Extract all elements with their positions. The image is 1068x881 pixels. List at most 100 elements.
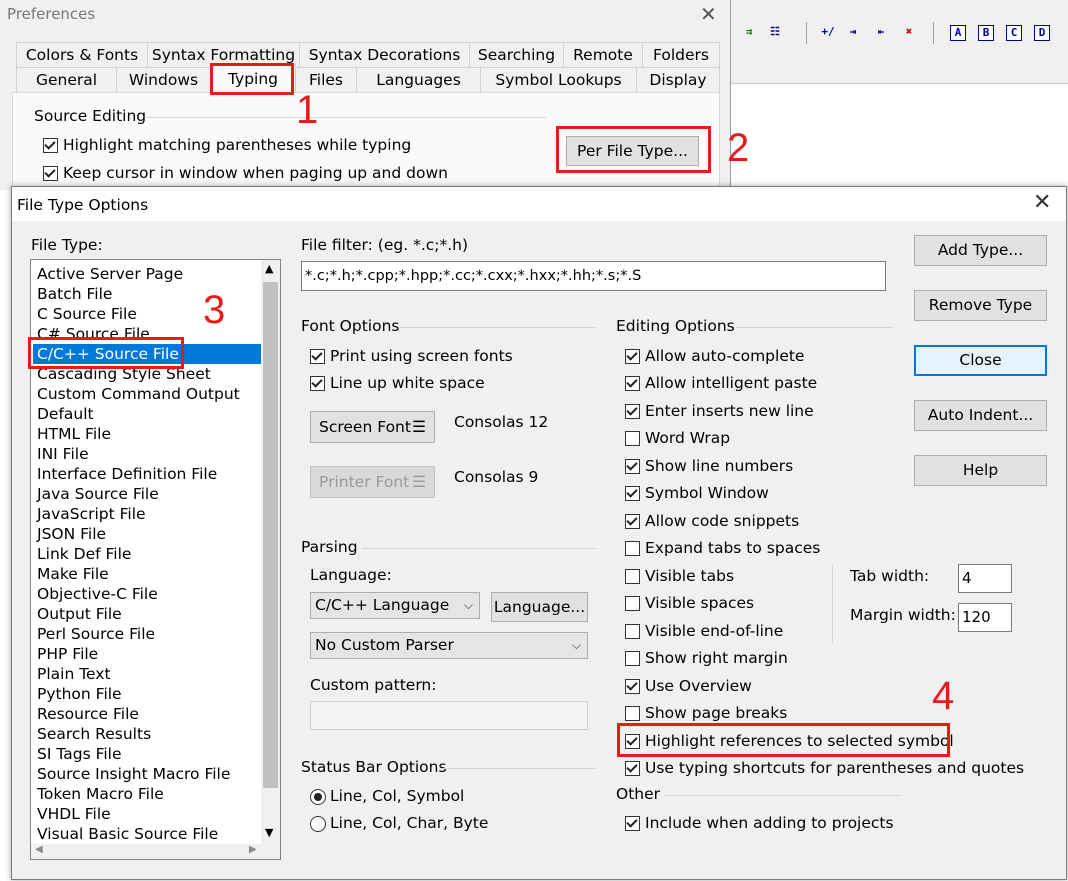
custom-pattern-input[interactable]	[310, 701, 588, 730]
language-button[interactable]: Language...	[491, 592, 588, 622]
screen-font-button[interactable]: Screen Font ☰	[310, 411, 435, 443]
visible-tabs-checkbox[interactable]	[625, 569, 640, 584]
keep-cursor-checkbox[interactable]	[43, 166, 58, 181]
list-item[interactable]: JSON File	[36, 524, 262, 544]
status-option-1-radio[interactable]	[310, 789, 326, 805]
B-icon[interactable]: B	[978, 25, 994, 41]
list-item[interactable]: C Source File	[36, 304, 262, 324]
visible-eol-checkbox[interactable]	[625, 624, 640, 639]
margin-width-input[interactable]: 120	[958, 603, 1012, 632]
remove-type-button[interactable]: Remove Type	[914, 290, 1047, 321]
chevron-up-icon[interactable]: ▲	[265, 262, 273, 275]
show-right-margin-checkbox[interactable]	[625, 651, 640, 666]
dialog-titlebar	[12, 187, 1066, 221]
typing-shortcuts-checkbox[interactable]	[625, 761, 640, 776]
list-item[interactable]: INI File	[36, 444, 262, 464]
line-up-white-space-label: Line up white space	[330, 374, 485, 392]
list-item[interactable]: Active Server Page	[36, 264, 262, 284]
list-item[interactable]: Search Results	[36, 724, 262, 744]
scrollbar-thumb[interactable]	[263, 282, 278, 788]
tab-languages[interactable]: Languages	[356, 67, 481, 93]
list-item[interactable]: HTML File	[36, 424, 262, 444]
delete-icon[interactable]: ✖	[900, 23, 918, 41]
plus-minus-icon[interactable]: +/	[816, 23, 840, 41]
chevron-left-icon[interactable]: ◀	[35, 844, 43, 855]
chevron-right-icon[interactable]: ▶	[249, 844, 257, 855]
list-item[interactable]: SI Tags File	[36, 744, 262, 764]
word-wrap-checkbox[interactable]	[625, 431, 640, 446]
allow-code-snippets-checkbox[interactable]	[625, 514, 640, 529]
tab-general[interactable]: General	[16, 67, 117, 93]
indent-icon[interactable]: ⇥	[844, 23, 862, 41]
expand-tabs-label: Expand tabs to spaces	[645, 539, 821, 557]
list-item[interactable]: Java Source File	[36, 484, 262, 504]
list-item[interactable]: Token Macro File	[36, 784, 262, 804]
close-button[interactable]: Close	[914, 345, 1047, 376]
line-up-white-space-checkbox[interactable]	[310, 376, 325, 391]
list-item[interactable]: PHP File	[36, 644, 262, 664]
close-icon[interactable]: ✕	[1033, 190, 1051, 215]
list-item[interactable]: Plain Text	[36, 664, 262, 684]
merge-icon[interactable]: ⇉	[740, 23, 758, 41]
allow-auto-complete-checkbox[interactable]	[625, 349, 640, 364]
A-icon[interactable]: A	[950, 25, 966, 41]
word-wrap-label: Word Wrap	[645, 429, 731, 447]
list-item[interactable]: Batch File	[36, 284, 262, 304]
list-item[interactable]: Link Def File	[36, 544, 262, 564]
file-filter-input[interactable]: *.c;*.h;*.cpp;*.hpp;*.cc;*.cxx;*.hxx;*.h…	[301, 261, 886, 291]
print-screen-fonts-checkbox[interactable]	[310, 349, 325, 364]
use-overview-checkbox[interactable]	[625, 679, 640, 694]
printer-font-button[interactable]: Printer Font ☰	[310, 466, 435, 498]
vertical-scrollbar[interactable]: ▲ ▼	[261, 260, 280, 844]
list-item[interactable]: Interface Definition File	[36, 464, 262, 484]
close-icon[interactable]: ✕	[700, 2, 717, 26]
C-icon[interactable]: C	[1006, 25, 1022, 41]
tab-searching[interactable]: Searching	[469, 42, 564, 68]
visible-spaces-checkbox[interactable]	[625, 596, 640, 611]
list-item[interactable]: Resource File	[36, 704, 262, 724]
list-item[interactable]: Visual Basic Source File	[36, 824, 262, 844]
chevron-down-icon[interactable]: ▼	[265, 826, 273, 839]
show-line-numbers-checkbox[interactable]	[625, 459, 640, 474]
help-button[interactable]: Help	[914, 455, 1047, 486]
list-item[interactable]: Python File	[36, 684, 262, 704]
list-item[interactable]: Objective-C File	[36, 584, 262, 604]
expand-tabs-checkbox[interactable]	[625, 541, 640, 556]
tab-folders[interactable]: Folders	[642, 42, 720, 68]
tab-width-input[interactable]: 4	[958, 564, 1012, 593]
list-item[interactable]: Make File	[36, 564, 262, 584]
add-type-button[interactable]: Add Type...	[914, 235, 1047, 266]
horizontal-scrollbar[interactable]: ◀ ▶	[31, 844, 280, 859]
symbol-window-checkbox[interactable]	[625, 486, 640, 501]
allow-intelligent-paste-checkbox[interactable]	[625, 376, 640, 391]
list-item[interactable]: VHDL File	[36, 804, 262, 824]
highlight-parens-checkbox[interactable]	[43, 138, 58, 153]
list-item[interactable]: Output File	[36, 604, 262, 624]
language-select[interactable]: C/C++ Language ⌵	[310, 592, 480, 619]
status-option-2-radio[interactable]	[310, 816, 326, 832]
tab-syntax-decorations[interactable]: Syntax Decorations	[299, 42, 470, 68]
tab-remote[interactable]: Remote	[563, 42, 643, 68]
list-icon[interactable]: ☷	[766, 23, 784, 41]
enter-inserts-new-line-checkbox[interactable]	[625, 404, 640, 419]
list-item[interactable]: Default	[36, 404, 262, 424]
list-item[interactable]: Source Insight Macro File	[36, 764, 262, 784]
annotation-box-typing	[210, 63, 294, 95]
tab-symbol-lookups[interactable]: Symbol Lookups	[480, 67, 637, 93]
auto-indent-button[interactable]: Auto Indent...	[914, 400, 1047, 431]
show-right-margin-label: Show right margin	[645, 649, 788, 667]
visible-tabs-label: Visible tabs	[645, 567, 735, 585]
tab-colors-fonts[interactable]: Colors & Fonts	[16, 42, 148, 68]
dialog-title: File Type Options	[17, 196, 149, 214]
tab-windows[interactable]: Windows	[116, 67, 211, 93]
list-item[interactable]: Perl Source File	[36, 624, 262, 644]
show-page-breaks-checkbox[interactable]	[625, 706, 640, 721]
list-item[interactable]: JavaScript File	[36, 504, 262, 524]
tab-display[interactable]: Display	[636, 67, 720, 93]
D-icon[interactable]: D	[1034, 25, 1050, 41]
outdent-icon[interactable]: ⇤	[872, 23, 890, 41]
list-item[interactable]: Custom Command Output	[36, 384, 262, 404]
parser-select[interactable]: No Custom Parser ⌵	[310, 632, 588, 659]
source-editing-group: Source Editing	[34, 107, 147, 125]
include-projects-checkbox[interactable]	[625, 816, 640, 831]
